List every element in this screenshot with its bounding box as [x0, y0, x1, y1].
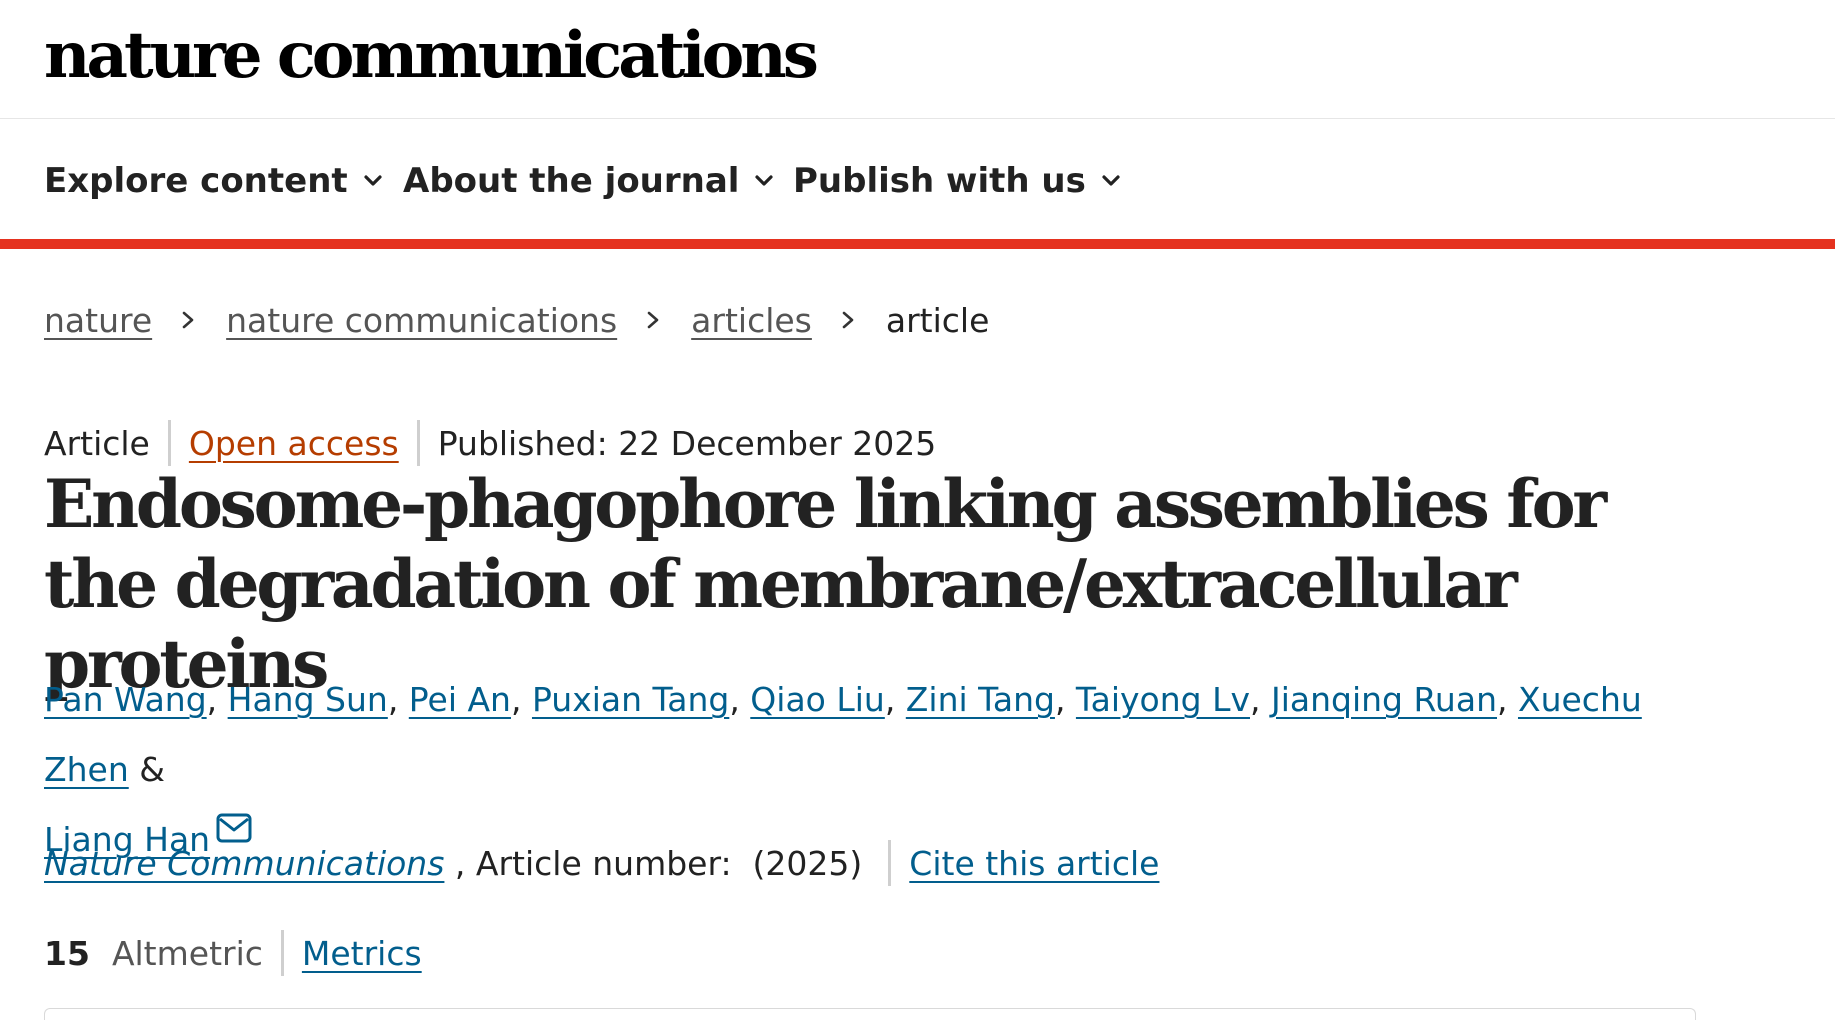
author-separator: ,	[884, 680, 906, 719]
author-separator: ,	[1250, 680, 1271, 719]
chevron-down-icon	[755, 175, 774, 186]
site-header: nature communications	[0, 0, 1835, 119]
article-number-text: , Article number: (2025)	[444, 843, 863, 883]
nav-explore-content[interactable]: Explore content	[44, 160, 384, 202]
chevron-right-icon	[842, 311, 854, 329]
cite-this-article-link[interactable]: Cite this article	[909, 844, 1159, 883]
author-separator: ,	[1497, 680, 1518, 719]
author-link[interactable]: Pei An	[409, 680, 511, 719]
main-nav: Explore content About the journal Publis…	[0, 120, 1835, 240]
author-link[interactable]: Qiao Liu	[750, 680, 885, 719]
author-ampersand: &	[128, 750, 165, 789]
meta-divider	[416, 420, 420, 466]
article-meta: Article Open access Published: 22 Decemb…	[44, 418, 936, 468]
breadcrumb-current: article	[885, 300, 990, 340]
nav-about-the-journal[interactable]: About the journal	[403, 160, 775, 202]
author-link[interactable]: Taiyong Lv	[1076, 680, 1250, 719]
chevron-down-icon	[1102, 175, 1120, 186]
author-link[interactable]: Puxian Tang	[532, 680, 729, 719]
breadcrumb-nature[interactable]: nature	[44, 301, 152, 340]
author-link[interactable]: Hang Sun	[228, 680, 388, 719]
journal-link[interactable]: Nature Communications	[44, 844, 444, 883]
citation-divider	[888, 840, 892, 886]
journal-logo[interactable]: nature communications	[44, 16, 819, 96]
chevron-right-icon	[182, 311, 194, 329]
nav-accent-rule	[0, 239, 1835, 249]
author-link[interactable]: Zini Tang	[906, 680, 1055, 719]
chevron-right-icon	[647, 311, 659, 329]
metrics-line: 15 Altmetric Metrics	[44, 928, 422, 978]
breadcrumb-nature-communications[interactable]: nature communications	[226, 301, 617, 340]
author-separator: ,	[206, 680, 228, 719]
author-separator: ,	[729, 680, 751, 719]
nav-publish-with-us[interactable]: Publish with us	[793, 160, 1122, 202]
content-box-edge	[44, 1008, 1696, 1020]
breadcrumb: nature nature communications articles ar…	[44, 298, 989, 342]
metrics-divider	[280, 930, 284, 976]
open-access-link[interactable]: Open access	[189, 424, 399, 463]
meta-divider	[167, 420, 171, 466]
metrics-link[interactable]: Metrics	[302, 934, 422, 973]
breadcrumb-articles[interactable]: articles	[691, 301, 812, 340]
nav-explore-content-label: Explore content	[44, 161, 348, 201]
author-link[interactable]: Pan Wang	[44, 680, 207, 719]
article-type: Article	[44, 423, 150, 463]
author-separator: ,	[387, 680, 409, 719]
author-separator: ,	[1054, 680, 1076, 719]
chevron-down-icon	[364, 175, 382, 186]
altmetric-count: 15	[44, 933, 90, 973]
author-link[interactable]: Jianqing Ruan	[1271, 680, 1497, 719]
nav-publish-with-us-label: Publish with us	[793, 161, 1086, 201]
nav-about-the-journal-label: About the journal	[403, 161, 740, 201]
author-separator: ,	[510, 680, 532, 719]
altmetric-label: Altmetric	[111, 933, 263, 973]
published-date: Published: 22 December 2025	[437, 423, 937, 463]
citation-line: Nature Communications , Article number: …	[44, 838, 1159, 888]
